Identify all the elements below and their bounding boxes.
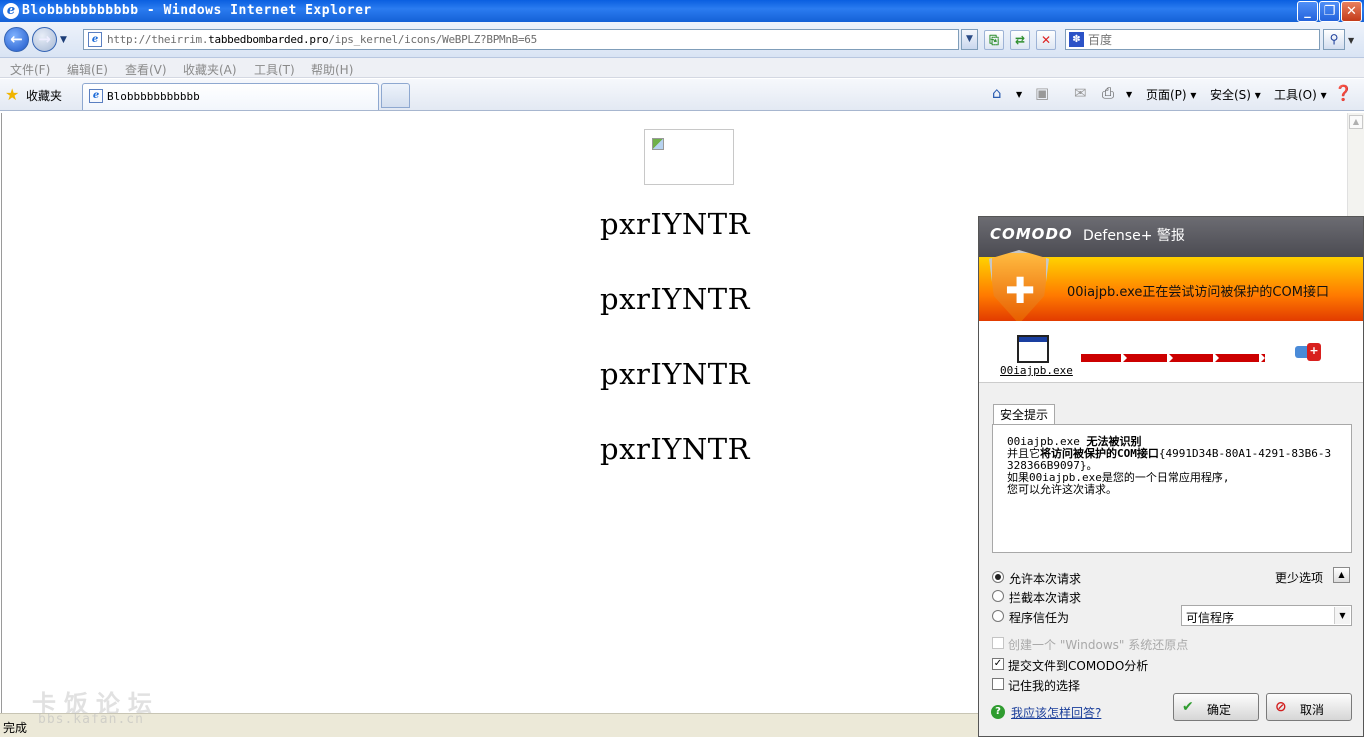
restore-button[interactable]: ❐ [1319,1,1340,22]
safety-menu-button[interactable]: 安全(S) ▾ [1210,86,1261,103]
protected-com-icon: + [1295,343,1323,363]
menu-help[interactable]: 帮助(H) [311,61,353,78]
menu-edit[interactable]: 编辑(E) [67,61,108,78]
broken-image [644,129,734,185]
baidu-paw-icon: ✽ [1069,32,1084,47]
tab-label: Blobbbbbbbbbbb [107,90,200,103]
search-options-dropdown-icon[interactable]: ▼ [1348,36,1354,45]
status-text: 完成 [3,721,28,735]
treat-as-value: 可信程序 [1186,611,1235,625]
home-dropdown-icon[interactable]: ▼ [1016,90,1022,99]
close-icon: ✕ [1346,4,1357,19]
menu-tools[interactable]: 工具(T) [254,61,295,78]
forward-button[interactable]: → [32,27,57,52]
back-button[interactable]: ← [4,27,29,52]
close-button[interactable]: ✕ [1341,1,1362,22]
print-dropdown-icon[interactable]: ▼ [1126,90,1132,99]
dialog-title: Defense+ 警报 [1083,228,1185,244]
treat-as-label[interactable]: 程序信任为 [1009,609,1069,626]
help-icon: ? [991,705,1005,719]
favorites-star-icon[interactable]: ★ [5,85,19,104]
cancel-icon: ⊘ [1275,699,1287,715]
broken-image-icon [652,138,664,150]
exe-name-link[interactable]: 00iajpb.exe [1000,364,1073,377]
back-arrow-icon: ← [10,30,23,48]
block-label[interactable]: 拦截本次请求 [1009,589,1081,606]
new-tab-button[interactable] [381,83,410,108]
title-bar: e Blobbbbbbbbbbb - Windows Internet Expl… [0,0,1364,22]
forward-arrow-icon: → [38,30,51,48]
address-bar[interactable]: e http://theirrim.tabbedbombarded.pro/ip… [83,29,959,50]
allow-label[interactable]: 允许本次请求 [1009,570,1081,587]
tab-active[interactable]: e Blobbbbbbbbbbb [82,83,379,110]
refresh-icon[interactable]: ⇄ [1010,30,1030,50]
favorites-button[interactable]: 收藏夹 [26,87,62,104]
block-radio[interactable] [992,590,1004,602]
url-text[interactable]: http://theirrim.tabbedbombarded.pro/ips_… [107,33,537,46]
search-box[interactable]: ✽ [1065,29,1320,50]
collapse-options-button[interactable]: ▲ [1333,567,1350,583]
restore-icon: ❐ [1323,4,1336,19]
chevron-down-icon[interactable]: ▼ [1334,607,1350,624]
cancel-button[interactable]: ⊘ 取消 [1266,693,1352,721]
search-input[interactable] [1088,31,1313,48]
page-icon: e [88,32,102,47]
submit-file-label[interactable]: 提交文件到COMODO分析 [1008,657,1148,674]
treat-as-select[interactable]: 可信程序 ▼ [1181,605,1352,626]
comodo-alert-dialog: COMODO Defense+ 警报 ✚ 00iajpb.exe正在尝试访问被保… [978,216,1364,737]
dialog-header: COMODO Defense+ 警报 [979,217,1363,257]
favorites-bar: ★ 收藏夹 e Blobbbbbbbbbbb ⌂ ▼ ▣ ✉ ⎙ ▼ 页面(P)… [0,79,1364,111]
menu-favorites[interactable]: 收藏夹(A) [183,61,237,78]
access-arrow [1081,352,1265,364]
window-title: Blobbbbbbbbbbb - Windows Internet Explor… [22,3,372,18]
navigation-bar: ← → ▼ e http://theirrim.tabbedbombarded.… [0,22,1364,58]
history-dropdown-icon[interactable]: ▼ [60,35,67,45]
info-line-2: 并且它将访问被保护的COM接口{4991D34B-80A1-4291-83B6-… [1007,447,1332,472]
restore-point-checkbox[interactable] [992,637,1004,649]
tab-page-icon: e [89,89,103,103]
alert-message: 00iajpb.exe正在尝试访问被保护的COM接口 [1067,285,1329,300]
page-menu-button[interactable]: 页面(P) ▾ [1146,86,1196,103]
search-button[interactable]: ⚲ [1323,29,1345,50]
compatibility-view-icon[interactable]: ⎘ [984,30,1004,50]
fewer-options-label[interactable]: 更少选项 [1275,569,1323,586]
help-icon[interactable]: ❓ [1334,84,1353,102]
submit-file-checkbox[interactable]: ✓ [992,658,1004,670]
stop-icon[interactable]: ✕ [1036,30,1056,50]
access-flow: 00iajpb.exe + [979,321,1363,383]
address-dropdown-button[interactable]: ▼ [961,29,978,50]
tab-security-tip[interactable]: 安全提示 [993,404,1055,425]
shield-cross-icon: ✚ [1005,271,1036,312]
menu-view[interactable]: 查看(V) [125,61,167,78]
read-mail-icon[interactable]: ✉ [1074,84,1087,102]
minimize-icon: _ [1304,4,1311,19]
ok-button[interactable]: ✔ 确定 [1173,693,1259,721]
security-info-box: 00iajpb.exe 无法被识别 并且它将访问被保护的COM接口{4991D3… [992,424,1352,553]
menu-file[interactable]: 文件(F) [10,61,50,78]
info-line-4: 您可以允许这次请求。 [1007,483,1117,496]
treat-as-radio[interactable] [992,610,1004,622]
minimize-button[interactable]: _ [1297,1,1318,22]
watermark-url: bbs.kafan.cn [38,712,144,727]
allow-radio[interactable] [992,571,1004,583]
ie-icon: e [3,3,19,19]
chevron-up-icon: ▲ [1338,570,1345,579]
scroll-up-icon[interactable]: ▲ [1349,115,1363,129]
remember-label[interactable]: 记住我的选择 [1008,677,1080,694]
application-window-icon [1017,335,1049,363]
help-link[interactable]: 我应该怎样回答? [1011,704,1101,721]
print-icon[interactable]: ⎙ [1102,84,1114,102]
home-icon[interactable]: ⌂ [992,84,1002,102]
feeds-icon[interactable]: ▣ [1035,84,1049,102]
comodo-logo: COMODO [990,225,1073,243]
menu-bar: 文件(F) 编辑(E) 查看(V) 收藏夹(A) 工具(T) 帮助(H) [0,58,1364,78]
checkmark-icon: ✔ [1182,699,1194,715]
restore-point-label: 创建一个 "Windows" 系统还原点 [1008,638,1189,652]
remember-checkbox[interactable] [992,678,1004,690]
search-icon: ⚲ [1329,32,1339,46]
tools-menu-button[interactable]: 工具(O) ▾ [1274,86,1327,103]
